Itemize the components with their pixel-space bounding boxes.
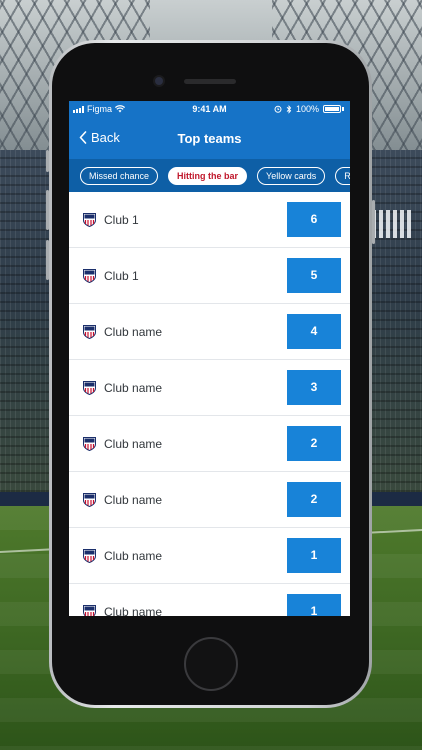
team-row[interactable]: Club name 4 — [69, 304, 350, 360]
filter-chips: Missed chance Hitting the bar Yellow car… — [80, 167, 350, 185]
team-score: 2 — [287, 482, 341, 517]
alarm-icon — [274, 105, 282, 113]
page-title: Top teams — [177, 131, 242, 146]
team-score: 3 — [287, 370, 341, 405]
team-score: 1 — [287, 594, 341, 616]
team-row[interactable]: Club name 1 — [69, 584, 350, 616]
bluetooth-icon — [286, 104, 292, 114]
battery-icon — [323, 105, 341, 113]
navigation-bar: Back Top teams — [69, 117, 350, 159]
filter-chip-yellow-cards[interactable]: Yellow cards — [257, 167, 326, 185]
club-name: Club name — [104, 549, 163, 563]
app-screen: Figma 9:41 AM 100% Back Top teams Missed… — [69, 101, 350, 616]
filter-chip-hitting-the-bar[interactable]: Hitting the bar — [168, 167, 248, 185]
status-bar: Figma 9:41 AM 100% — [69, 101, 350, 117]
club-name: Club 1 — [104, 269, 139, 283]
club-name: Club name — [104, 605, 163, 616]
club-name: Club name — [104, 381, 163, 395]
club-crest-icon — [83, 213, 96, 227]
floodlights — [372, 210, 412, 238]
volume-down-button — [46, 240, 49, 280]
team-row[interactable]: Club 1 5 — [69, 248, 350, 304]
club-name: Club 1 — [104, 213, 139, 227]
team-row[interactable]: Club 1 6 — [69, 192, 350, 248]
team-row[interactable]: Club name 2 — [69, 472, 350, 528]
club-crest-icon — [83, 269, 96, 283]
club-name: Club name — [104, 437, 163, 451]
team-score: 5 — [287, 258, 341, 293]
volume-up-button — [46, 190, 49, 230]
club-crest-icon — [83, 605, 96, 616]
team-row[interactable]: Club name 2 — [69, 416, 350, 472]
battery-percent: 100% — [295, 104, 319, 114]
status-right: 100% — [274, 104, 344, 114]
earpiece-speaker — [184, 79, 236, 84]
filter-chip-red-cards[interactable]: Red cards — [335, 167, 350, 185]
home-button[interactable] — [184, 637, 238, 691]
club-crest-icon — [83, 437, 96, 451]
club-crest-icon — [83, 493, 96, 507]
battery-cap — [342, 107, 344, 111]
power-button — [372, 200, 375, 244]
teams-list: Club 1 6 Club 1 5 Club name 4 Club name … — [69, 192, 350, 616]
team-row[interactable]: Club name 3 — [69, 360, 350, 416]
club-crest-icon — [83, 549, 96, 563]
club-name: Club name — [104, 325, 163, 339]
filter-chip-missed-chance[interactable]: Missed chance — [80, 167, 159, 185]
filter-bar: Missed chance Hitting the bar Yellow car… — [69, 159, 350, 192]
front-camera — [155, 77, 163, 85]
mute-switch — [46, 150, 49, 172]
team-row[interactable]: Club name 1 — [69, 528, 350, 584]
club-crest-icon — [83, 381, 96, 395]
team-score: 1 — [287, 538, 341, 573]
club-name: Club name — [104, 493, 163, 507]
team-score: 6 — [287, 202, 341, 237]
team-score: 4 — [287, 314, 341, 349]
club-crest-icon — [83, 325, 96, 339]
team-score: 2 — [287, 426, 341, 461]
